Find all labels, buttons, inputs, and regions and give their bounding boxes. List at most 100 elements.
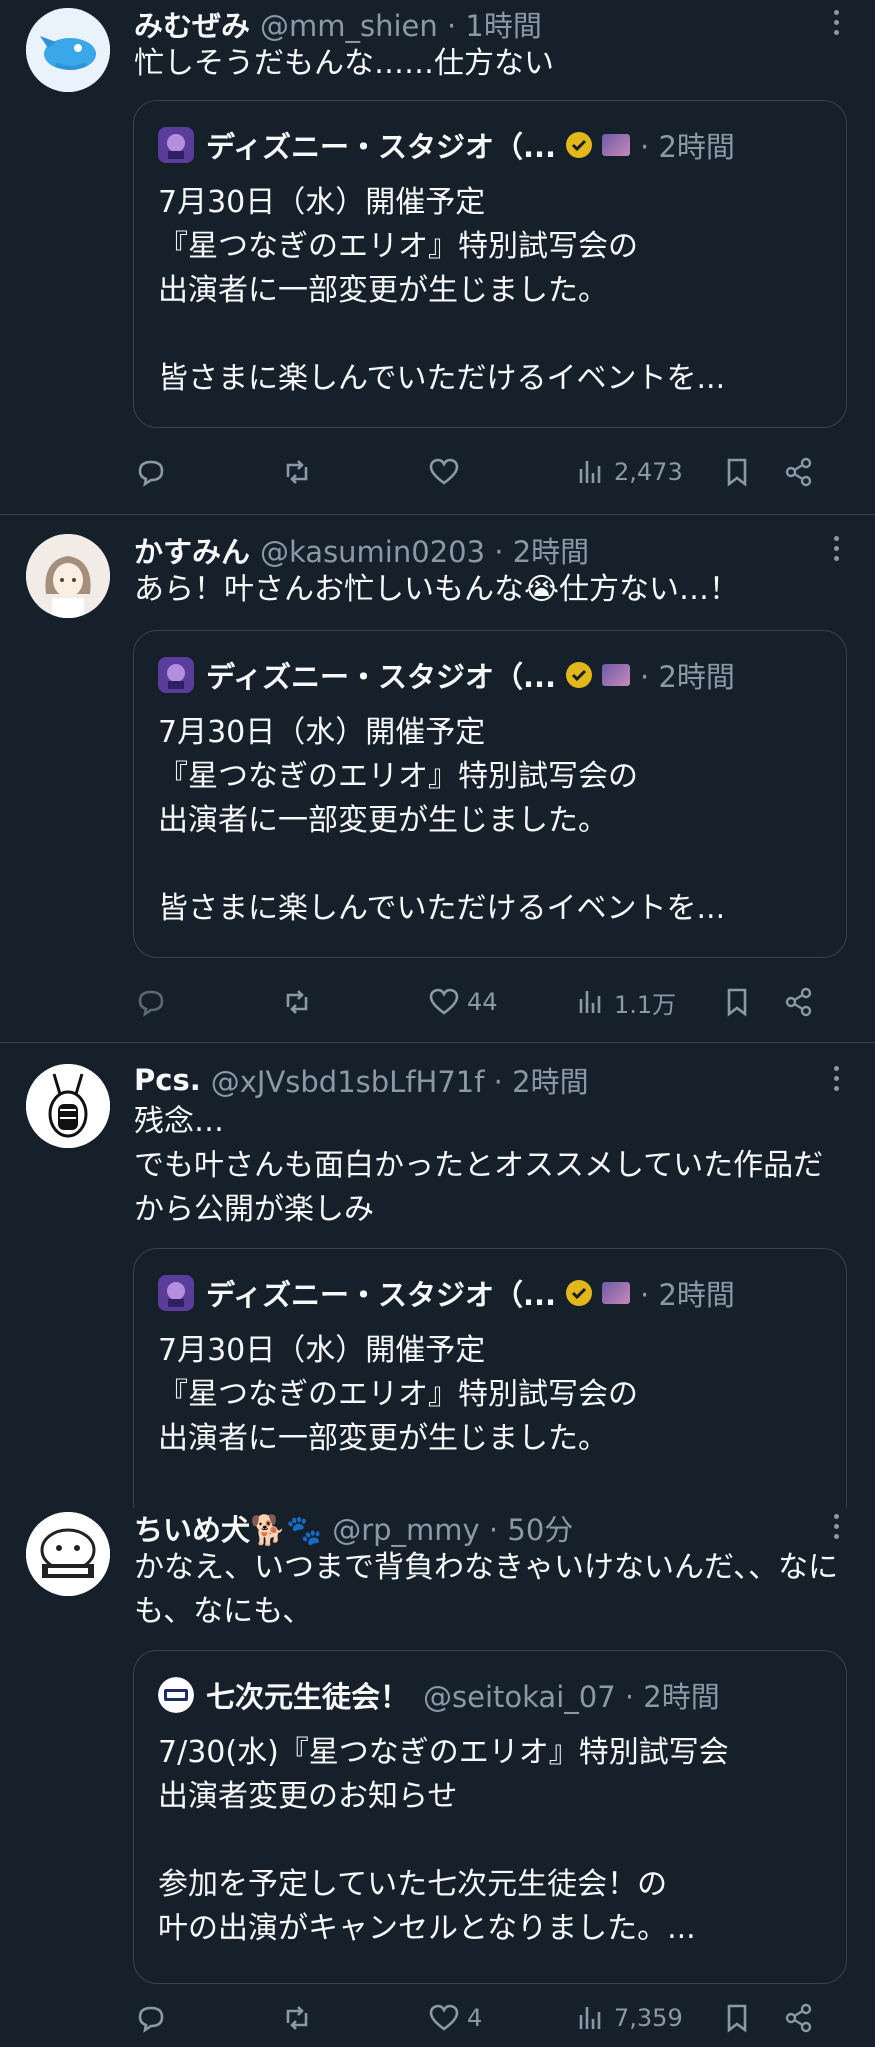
like-button[interactable]: 44 [427, 980, 498, 1024]
quote-handle-time: @seitokai_07 · 2時間 [423, 1680, 720, 1714]
avatar[interactable] [26, 1064, 110, 1148]
bookmark-button[interactable] [720, 1996, 754, 2040]
quote-header: 七次元生徒会！ @seitokai_07 · 2時間 [158, 1675, 720, 1715]
reply-button[interactable] [134, 450, 168, 494]
views-button[interactable]: 2,473 [574, 450, 683, 494]
quote-name: ディズニー・スタジオ（... [206, 1278, 557, 1312]
quote-tweet[interactable]: ディズニー・スタジオ（... · 2時間 7月30日（水）開催予定 『星つなぎの… [133, 100, 847, 428]
like-button[interactable] [427, 450, 467, 494]
affiliate-logo-icon [602, 134, 631, 156]
quote-text: 7月30日（水）開催予定 『星つなぎのエリオ』特別試写会の 出演者に一部変更が生… [158, 1333, 638, 1456]
bookmark-button[interactable] [720, 980, 754, 1024]
tweet-text: 残念… でも叶さんも面白かったとオススメしていた作品だから公開が楽しみ [134, 1104, 824, 1227]
retweet-button[interactable] [280, 1996, 314, 2040]
view-count: 7,359 [614, 2004, 683, 2032]
bookmark-icon [727, 988, 747, 1017]
tweet-text: 忙しそうだもんな……仕方ない [134, 46, 554, 81]
quote-avatar [158, 1677, 194, 1713]
reply-icon [138, 990, 164, 1017]
quote-name: ディズニー・スタジオ（... [206, 660, 557, 694]
quote-avatar [158, 127, 194, 163]
avatar-image [26, 1064, 110, 1148]
analytics-icon [579, 2007, 601, 2029]
avatar-image [26, 534, 110, 618]
action-bar: 44 1.1万 [134, 980, 834, 1024]
quote-text: 7月30日（水）開催予定 『星つなぎのエリオ』特別試写会の 出演者に一部変更が生… [158, 185, 726, 396]
heart-icon [429, 988, 459, 1015]
quote-avatar [158, 657, 194, 693]
tweet-text: あら！叶さんお忙しいもんな😭仕方ない…！ [134, 572, 740, 607]
retweet-icon [286, 990, 308, 1014]
tweet-header: みむぜみ @mm_shien · 1時間 [134, 4, 542, 44]
quote-name: ディズニー・スタジオ（... [206, 130, 557, 164]
display-name[interactable]: みむぜみ [134, 3, 250, 45]
display-name[interactable]: ちいめ犬🐕🐾 [134, 1507, 322, 1549]
more-icon[interactable] [831, 536, 841, 568]
quote-avatar [158, 1275, 194, 1311]
avatar[interactable] [26, 534, 110, 618]
retweet-icon [286, 460, 308, 484]
action-bar: 2,473 [134, 450, 834, 494]
affiliate-logo-icon [602, 664, 631, 686]
avatar-image [26, 1512, 110, 1596]
more-icon[interactable] [831, 10, 841, 42]
share-button[interactable] [782, 980, 816, 1024]
reply-button[interactable] [134, 980, 168, 1024]
more-icon[interactable] [831, 1514, 841, 1546]
quote-header: ディズニー・スタジオ（... · 2時間 [158, 1273, 735, 1313]
heart-icon [429, 458, 459, 485]
tweet[interactable]: Pcs. @xJVsbd1sbLfH71f · 2時間 残念… でも叶さんも面白… [0, 1042, 875, 1508]
analytics-icon [579, 461, 601, 483]
display-name[interactable]: Pcs. [134, 1063, 201, 1097]
share-button[interactable] [782, 1996, 816, 2040]
quote-header: ディズニー・スタジオ（... · 2時間 [158, 125, 735, 165]
share-icon [785, 987, 812, 1017]
bookmark-button[interactable] [720, 450, 754, 494]
retweet-icon [286, 2006, 308, 2030]
retweet-button[interactable] [280, 980, 314, 1024]
bookmark-icon [727, 2004, 747, 2033]
handle-time[interactable]: @xJVsbd1sbLfH71f · 2時間 [211, 1059, 589, 1101]
verified-badge-icon [566, 662, 593, 688]
quote-tweet[interactable]: 七次元生徒会！ @seitokai_07 · 2時間 7/30(水)『星つなぎの… [133, 1650, 847, 1984]
like-count: 44 [467, 988, 498, 1016]
handle-time[interactable]: @kasumin0203 · 2時間 [260, 529, 589, 571]
tweet[interactable]: ちいめ犬🐕🐾 @rp_mmy · 50分 かなえ、いつまで背負わなきゃいけないん… [0, 1494, 875, 2047]
quote-tweet[interactable]: ディズニー・スタジオ（... · 2時間 7月30日（水）開催予定 『星つなぎの… [133, 630, 847, 958]
quote-time: · 2時間 [640, 1278, 735, 1312]
quote-text: 7/30(水)『星つなぎのエリオ』特別試写会 出演者変更のお知らせ 参加を予定し… [158, 1735, 729, 1946]
quote-time: · 2時間 [640, 660, 735, 694]
quote-tweet[interactable]: ディズニー・スタジオ（... · 2時間 7月30日（水）開催予定 『星つなぎの… [133, 1248, 847, 1508]
verified-badge-icon [566, 132, 593, 158]
share-icon [785, 457, 812, 487]
avatar-image [26, 8, 110, 92]
action-bar: 4 7,359 [134, 1996, 834, 2040]
affiliate-logo-icon [602, 1282, 631, 1304]
reply-button[interactable] [134, 1996, 168, 2040]
like-button[interactable]: 4 [427, 1996, 482, 2040]
like-count: 4 [467, 2004, 483, 2032]
bookmark-icon [727, 458, 747, 487]
quote-time: · 2時間 [640, 130, 735, 164]
retweet-button[interactable] [280, 450, 314, 494]
tweet-header: かすみん @kasumin0203 · 2時間 [134, 530, 589, 570]
tweet-header: Pcs. @xJVsbd1sbLfH71f · 2時間 [134, 1060, 589, 1100]
view-count: 2,473 [614, 458, 683, 486]
avatar[interactable] [26, 8, 110, 92]
tweet-text: かなえ、いつまで背負わなきゃいけないんだ、、なにも、なにも、 [134, 1550, 839, 1629]
reply-icon [138, 460, 164, 487]
tweet-header: ちいめ犬🐕🐾 @rp_mmy · 50分 [134, 1508, 573, 1548]
views-button[interactable]: 1.1万 [574, 980, 676, 1024]
tweet[interactable]: みむぜみ @mm_shien · 1時間 忙しそうだもんな……仕方ない ディズニ… [0, 0, 875, 515]
avatar[interactable] [26, 1512, 110, 1596]
more-icon[interactable] [831, 1066, 841, 1098]
handle-time[interactable]: @mm_shien · 1時間 [260, 3, 542, 45]
share-button[interactable] [782, 450, 816, 494]
reply-icon [138, 2006, 164, 2033]
tweet[interactable]: かすみん @kasumin0203 · 2時間 あら！叶さんお忙しいもんな😭仕方… [0, 514, 875, 1043]
display-name[interactable]: かすみん [134, 529, 250, 571]
handle-time[interactable]: @rp_mmy · 50分 [332, 1507, 573, 1549]
quote-header: ディズニー・スタジオ（... · 2時間 [158, 655, 735, 695]
share-icon [785, 2003, 812, 2033]
views-button[interactable]: 7,359 [574, 1996, 683, 2040]
